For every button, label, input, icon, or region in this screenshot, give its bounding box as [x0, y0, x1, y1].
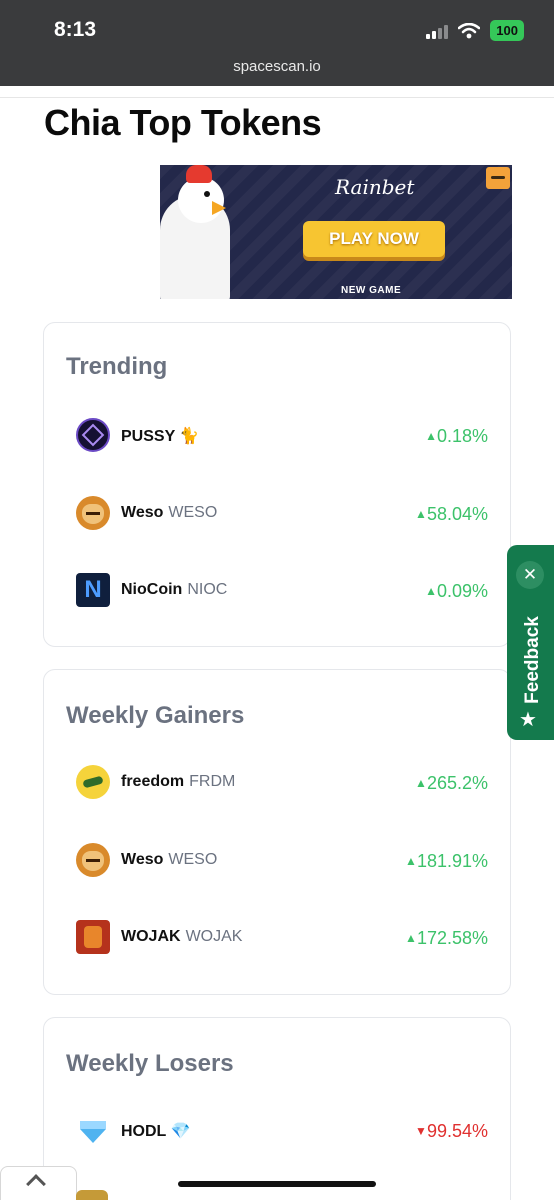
- weekly-losers-card: Weekly Losers HODL 💎 ▼99.54%: [43, 1017, 511, 1200]
- chevron-up-icon: [26, 1174, 46, 1194]
- token-symbol: WOJAK: [185, 928, 243, 945]
- token-icon-partial: [76, 1190, 108, 1200]
- card-title: Weekly Losers: [66, 1050, 234, 1077]
- token-row[interactable]: PUSSY 🐈 ▲0.18%: [76, 418, 496, 454]
- token-change: ▼99.54%: [415, 1121, 488, 1141]
- down-arrow-icon: ▼: [415, 1124, 427, 1138]
- ad-play-button[interactable]: PLAY NOW: [303, 221, 445, 257]
- wojak-token-icon: [76, 920, 110, 954]
- token-change: ▲0.09%: [425, 581, 488, 601]
- trending-card: Trending PUSSY 🐈 ▲0.18% Weso WESO ▲58.04%…: [43, 322, 511, 647]
- up-arrow-icon: ▲: [425, 429, 437, 443]
- chicken-beak: [212, 201, 226, 215]
- weekly-gainers-card: Weekly Gainers freedom FRDM ▲265.2% Weso W…: [43, 669, 511, 995]
- url-bar[interactable]: spacescan.io: [0, 58, 554, 75]
- token-name: PUSSY 🐈: [121, 428, 200, 445]
- up-arrow-icon: ▲: [405, 931, 417, 945]
- token-row[interactable]: Weso WESO ▲181.91%: [76, 843, 496, 879]
- feedback-tab[interactable]: ✕ Feedback ★: [507, 545, 554, 740]
- status-time: 8:13: [54, 18, 97, 41]
- frdm-token-icon: [76, 765, 110, 799]
- token-symbol: WESO: [168, 504, 218, 521]
- star-icon: ★: [519, 709, 537, 731]
- token-symbol: NIOC: [187, 581, 228, 598]
- wifi-icon: [458, 22, 481, 38]
- token-row[interactable]: HODL 💎 ▼99.54%: [76, 1113, 496, 1149]
- ad-badge-icon[interactable]: [486, 167, 510, 189]
- token-name: Weso WESO: [121, 851, 218, 868]
- card-title: Trending: [66, 353, 168, 380]
- token-name: NioCoin NIOC: [121, 581, 228, 598]
- feedback-label[interactable]: Feedback: [522, 600, 544, 720]
- up-arrow-icon: ▲: [415, 507, 427, 521]
- hodl-token-icon: [76, 1113, 110, 1147]
- weso-token-icon: [76, 496, 110, 530]
- chicken-head: [178, 177, 224, 223]
- home-indicator[interactable]: [178, 1181, 376, 1187]
- card-title: Weekly Gainers: [66, 702, 245, 729]
- token-name: Weso WESO: [121, 504, 218, 521]
- token-change: ▲181.91%: [405, 851, 488, 871]
- battery-indicator: 100: [490, 20, 524, 41]
- nioc-token-icon: N: [76, 573, 110, 607]
- chicken-comb: [186, 165, 212, 183]
- up-arrow-icon: ▲: [415, 776, 427, 790]
- ad-footer-label: NEW GAME: [341, 285, 402, 296]
- signal-icon: [426, 23, 449, 39]
- pussy-token-icon: [76, 418, 110, 452]
- token-name: WOJAK WOJAK: [121, 928, 243, 945]
- chicken-eye: [204, 191, 210, 197]
- token-name: HODL 💎: [121, 1123, 191, 1140]
- status-icons: 100: [426, 20, 524, 41]
- token-name: freedom FRDM: [121, 773, 236, 790]
- ad-banner[interactable]: Rainbet PLAY NOW NEW GAME: [160, 165, 512, 299]
- token-row[interactable]: freedom FRDM ▲265.2%: [76, 765, 496, 801]
- up-arrow-icon: ▲: [405, 854, 417, 868]
- browser-chrome: 8:13 100 spacescan.io: [0, 0, 554, 86]
- token-change: ▲265.2%: [415, 773, 488, 793]
- token-symbol: WESO: [168, 851, 218, 868]
- token-change: ▲0.18%: [425, 426, 488, 446]
- token-change: ▲58.04%: [415, 504, 488, 524]
- token-row[interactable]: N NioCoin NIOC ▲0.09%: [76, 573, 496, 609]
- token-row[interactable]: WOJAK WOJAK ▲172.58%: [76, 920, 496, 956]
- token-row[interactable]: Weso WESO ▲58.04%: [76, 496, 496, 532]
- close-icon[interactable]: ✕: [516, 561, 544, 589]
- up-arrow-icon: ▲: [425, 584, 437, 598]
- scroll-to-top-button[interactable]: [0, 1166, 77, 1200]
- divider: [0, 97, 554, 98]
- token-symbol: FRDM: [189, 773, 236, 790]
- page-title: Chia Top Tokens: [44, 102, 322, 143]
- weso-token-icon: [76, 843, 110, 877]
- token-change: ▲172.58%: [405, 928, 488, 948]
- ad-brand: Rainbet: [335, 175, 415, 199]
